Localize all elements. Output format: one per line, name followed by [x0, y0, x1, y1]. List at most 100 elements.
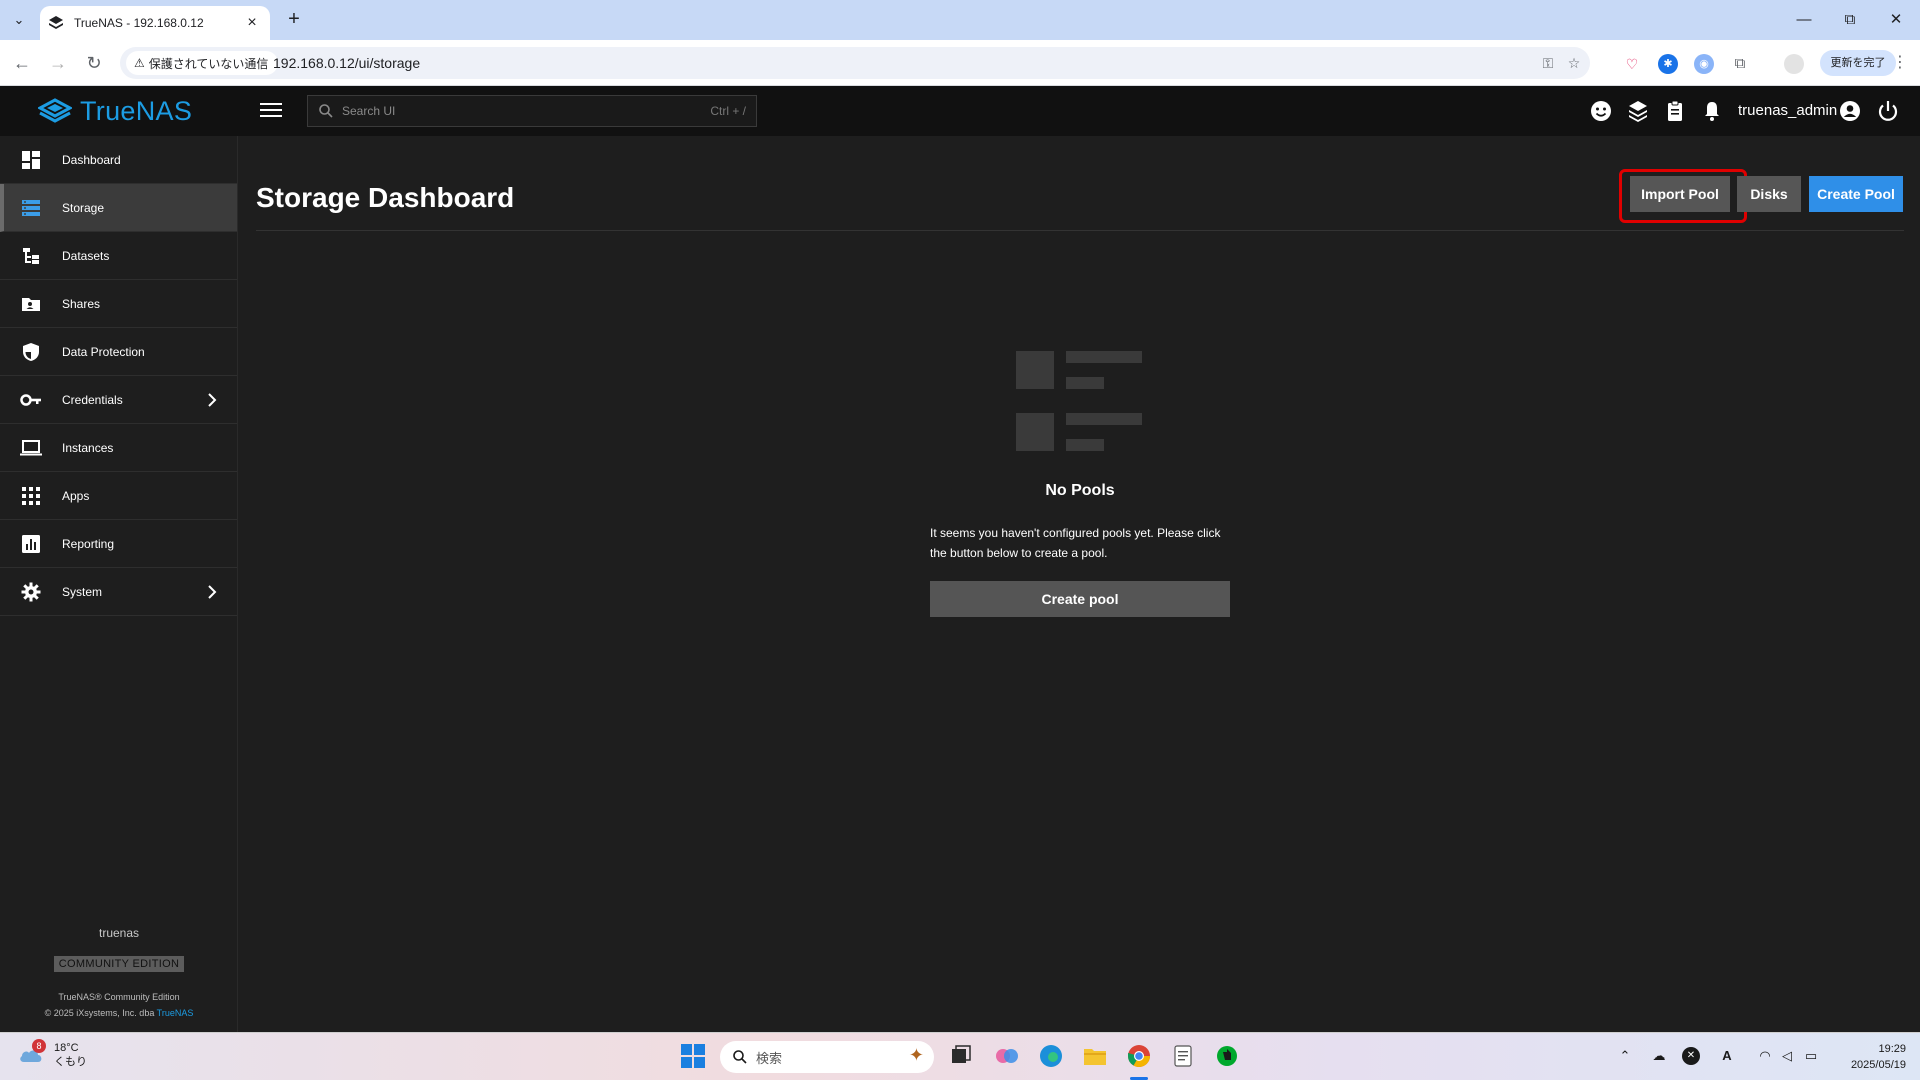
hostname: truenas	[98, 926, 140, 940]
omnibox[interactable]: ⚠ 保護されていない通信 192.168.0.12/ui/storage ⚿ ☆	[120, 47, 1590, 79]
disks-button[interactable]: Disks	[1737, 176, 1801, 212]
extension-icon[interactable]: ✱	[1658, 54, 1678, 74]
sidebar-item-credentials[interactable]: Credentials	[0, 376, 237, 424]
extensions-puzzle-icon[interactable]: ⧉	[1730, 54, 1750, 74]
sidebar-item-shares[interactable]: Shares	[0, 280, 237, 328]
volume-icon[interactable]: ◁	[1778, 1047, 1796, 1065]
jobs-clipboard-icon[interactable]	[1663, 99, 1687, 123]
key-icon	[20, 389, 42, 411]
warning-icon: ⚠	[134, 56, 145, 70]
truenas-link[interactable]: TrueNAS	[157, 1008, 194, 1018]
laptop-icon	[20, 437, 42, 459]
forward-icon[interactable]: →	[46, 51, 70, 75]
sidebar-item-dashboard[interactable]: Dashboard	[0, 136, 237, 184]
divider	[256, 230, 1904, 231]
logo-text: TrueNAS	[80, 96, 193, 126]
search-icon	[733, 1050, 747, 1064]
sidebar-item-label: Dashboard	[62, 152, 121, 167]
sidebar-item-label: Apps	[62, 488, 90, 503]
sidebar-item-storage[interactable]: Storage	[0, 184, 237, 232]
wifi-icon[interactable]: ◠	[1756, 1047, 1774, 1065]
notifications-bell-icon[interactable]	[1700, 99, 1724, 123]
search-input[interactable]: Search UI Ctrl + /	[307, 95, 757, 127]
shield-icon	[20, 341, 42, 363]
clock[interactable]: 19:29 2025/05/19	[1836, 1041, 1906, 1073]
sidebar-item-label: Data Protection	[62, 344, 145, 359]
battery-icon[interactable]: ▭	[1802, 1047, 1820, 1065]
edition-badge: COMMUNITY EDITION	[53, 956, 185, 972]
taskbar-search[interactable]: 検索 ✦	[720, 1041, 934, 1073]
main-content: Storage Dashboard Import Pool Disks Crea…	[239, 136, 1920, 1032]
minimize-icon[interactable]: —	[1784, 6, 1824, 34]
empty-list-icon	[1016, 351, 1142, 451]
window-close-icon[interactable]: ✕	[1876, 6, 1916, 34]
page-title: Storage Dashboard	[256, 182, 515, 213]
ime-mode-icon[interactable]: A	[1718, 1047, 1736, 1065]
sidebar-item-label: Storage	[62, 200, 105, 215]
weather-widget[interactable]: 8 18°C くもり	[18, 1039, 87, 1069]
update-button[interactable]: 更新を完了	[1820, 50, 1896, 76]
power-icon[interactable]	[1876, 99, 1900, 123]
sidebar-item-label: Shares	[62, 296, 101, 311]
clock-date: 2025/05/19	[1850, 1059, 1906, 1071]
browser-tab-bar: ⌄ TrueNAS - 192.168.0.12 × + — ⧉ ✕	[0, 0, 1920, 40]
sidebar-item-reporting[interactable]: Reporting	[0, 520, 237, 568]
tray-chevron-up-icon[interactable]: ⌃	[1616, 1047, 1634, 1065]
chevron-right-icon	[208, 585, 217, 599]
truenas-favicon-icon	[49, 16, 63, 29]
security-chip[interactable]: ⚠ 保護されていない通信	[126, 51, 279, 75]
storage-icon	[20, 197, 42, 219]
tray-app-icon[interactable]: ✕	[1682, 1047, 1700, 1065]
password-key-icon[interactable]: ⚿	[1538, 53, 1558, 73]
lens-extension-icon[interactable]: ◉	[1694, 54, 1714, 74]
windows-start-icon[interactable]	[680, 1043, 706, 1069]
new-tab-icon[interactable]: +	[282, 8, 306, 32]
dashboard-icon	[20, 149, 42, 171]
browser-tab[interactable]: TrueNAS - 192.168.0.12 ×	[40, 6, 270, 40]
onedrive-cloud-icon[interactable]: ☁	[1650, 1047, 1668, 1065]
tab-title: TrueNAS - 192.168.0.12	[74, 16, 204, 30]
edge-browser-icon[interactable]	[1038, 1043, 1064, 1069]
url-text[interactable]: 192.168.0.12/ui/storage	[273, 55, 420, 71]
sidebar-item-data-protection[interactable]: Data Protection	[0, 328, 237, 376]
profile-avatar-icon[interactable]	[1784, 54, 1804, 74]
truecommand-icon[interactable]	[1626, 99, 1650, 123]
task-view-icon[interactable]	[948, 1043, 974, 1069]
clock-time: 19:29	[1878, 1043, 1906, 1055]
sidebar-item-apps[interactable]: Apps	[0, 472, 237, 520]
sidebar-item-instances[interactable]: Instances	[0, 424, 237, 472]
file-explorer-icon[interactable]	[1082, 1043, 1108, 1069]
sidebar-item-system[interactable]: System	[0, 568, 237, 616]
reload-icon[interactable]: ↻	[82, 51, 106, 75]
empty-state-message: It seems you haven't configured pools ye…	[930, 526, 1221, 560]
chart-icon	[20, 533, 42, 555]
create-pool-empty-button[interactable]: Create pool	[930, 581, 1230, 617]
menu-toggle-icon[interactable]	[260, 100, 282, 120]
sidebar-item-label: Reporting	[62, 536, 115, 551]
browser-menu-icon[interactable]: ⋮	[1892, 52, 1908, 72]
account-circle-icon[interactable]	[1838, 99, 1862, 123]
search-placeholder: Search UI	[342, 104, 396, 118]
import-pool-button[interactable]: Import Pool	[1630, 176, 1730, 212]
restore-icon[interactable]: ⧉	[1830, 6, 1870, 34]
chrome-browser-icon[interactable]	[1126, 1043, 1152, 1069]
tab-search-chevron-icon[interactable]: ⌄	[6, 8, 32, 32]
username[interactable]: truenas_admin	[1738, 102, 1837, 119]
evernote-icon[interactable]	[1214, 1043, 1240, 1069]
back-icon[interactable]: ←	[10, 51, 34, 75]
sidebar-item-label: Datasets	[62, 248, 110, 263]
sidebar-item-datasets[interactable]: Datasets	[0, 232, 237, 280]
search-icon	[319, 104, 333, 118]
pocket-extension-icon[interactable]: ♡	[1622, 54, 1642, 74]
notepad-icon[interactable]	[1170, 1043, 1196, 1069]
empty-state-title: No Pools	[1045, 482, 1115, 499]
feedback-smiley-icon[interactable]	[1589, 99, 1613, 123]
copilot-icon[interactable]	[994, 1043, 1020, 1069]
bookmark-star-icon[interactable]: ☆	[1564, 53, 1584, 73]
taskbar: 8 18°C くもり 検索 ✦ ⌃ ☁ ✕ A ◠ ◁ ▭ 19:29 2025…	[0, 1032, 1920, 1080]
tab-close-icon[interactable]: ×	[242, 14, 262, 32]
taskbar-search-text: 検索	[756, 1050, 783, 1066]
app-header: TrueNAS Search UI Ctrl + / truenas_admin	[0, 86, 1920, 136]
create-pool-button[interactable]: Create Pool	[1809, 176, 1903, 212]
truenas-logo[interactable]: TrueNAS	[38, 96, 192, 127]
